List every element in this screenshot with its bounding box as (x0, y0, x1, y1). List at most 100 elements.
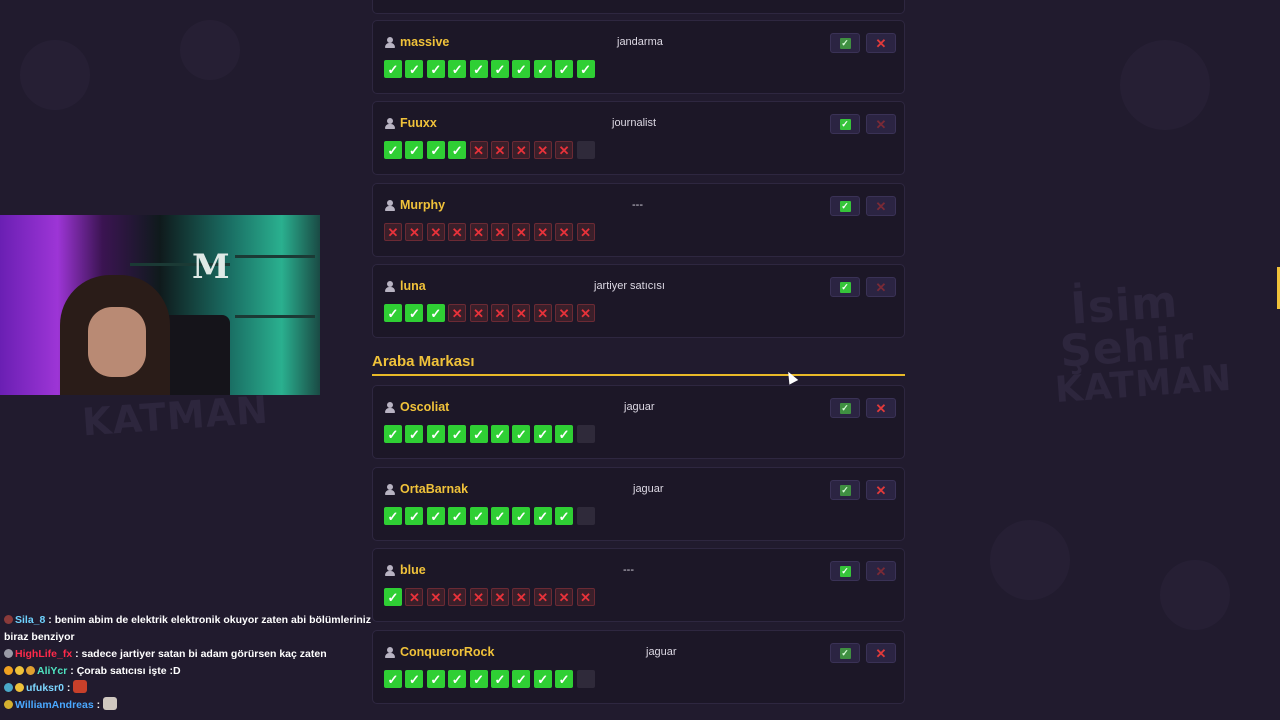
reject-button[interactable]: ✕ (866, 196, 896, 216)
approve-button[interactable]: ✓ (830, 277, 860, 297)
monster-logo: M (192, 247, 230, 287)
player-answer: journalist (612, 117, 657, 129)
vote-no-icon: ✕ (490, 141, 509, 159)
background-pattern (20, 40, 90, 110)
vote-no-icon: ✕ (405, 588, 424, 606)
check-icon: ✓ (839, 565, 851, 577)
vote-row: ✓ ✓ ✓ ✓ ✓ ✓ ✓ ✓ ✓ ✓ (384, 60, 595, 78)
close-icon: ✕ (875, 563, 887, 579)
close-icon: ✕ (875, 279, 887, 295)
watermark-line: KATMAN (1053, 357, 1234, 411)
answer-card: Fuuxx journalist ✓ ✕ ✓ ✓ ✓ ✓ ✕ ✕ ✕ ✕ ✕ (372, 101, 905, 175)
vote-no-icon: ✕ (384, 223, 402, 241)
reject-button[interactable]: ✕ (866, 480, 896, 500)
close-icon: ✕ (875, 645, 887, 661)
player-name: Murphy (400, 198, 446, 212)
vote-yes-icon: ✓ (533, 507, 552, 525)
check-icon: ✓ (839, 281, 851, 293)
approve-button[interactable]: ✓ (830, 114, 860, 134)
vote-empty (576, 507, 595, 525)
chat-username: HighLife_fx (15, 648, 73, 660)
vote-yes-icon: ✓ (512, 670, 531, 688)
cam-shelf (235, 255, 315, 258)
webcam-overlay: M (0, 215, 320, 395)
close-icon: ✕ (875, 198, 887, 214)
vote-no-icon: ✕ (469, 304, 488, 322)
vote-row: ✓ ✓ ✓ ✓ ✓ ✓ ✓ ✓ ✓ (384, 507, 595, 525)
player: Fuuxx (385, 116, 437, 130)
vote-yes-icon: ✓ (512, 425, 531, 443)
chat-text: : (63, 682, 74, 694)
player: luna (385, 279, 426, 293)
vote-yes-icon: ✓ (448, 507, 467, 525)
chat-badge-icon (4, 649, 13, 658)
vote-yes-icon: ✓ (555, 425, 574, 443)
player-name: blue (400, 563, 426, 577)
chat-username: AliYcr (37, 665, 68, 677)
close-icon: ✕ (875, 116, 887, 132)
vote-no-icon: ✕ (512, 223, 531, 241)
player-name: ConquerorRock (400, 645, 495, 659)
approve-button[interactable]: ✓ (830, 480, 860, 500)
vote-empty (576, 425, 595, 443)
player: massive (385, 35, 449, 49)
player-name: massive (400, 35, 450, 49)
vote-no-icon: ✕ (426, 223, 445, 241)
vote-no-icon: ✕ (469, 588, 488, 606)
vote-no-icon: ✕ (576, 223, 595, 241)
vote-no-icon: ✕ (448, 588, 467, 606)
player-answer: --- (623, 564, 634, 576)
answer-card: blue --- ✓ ✕ ✓ ✕ ✕ ✕ ✕ ✕ ✕ ✕ ✕ ✕ (372, 548, 905, 622)
vote-no-icon: ✕ (490, 588, 509, 606)
reject-button[interactable]: ✕ (866, 33, 896, 53)
player-name: Fuuxx (400, 116, 437, 130)
vote-yes-icon: ✓ (405, 670, 424, 688)
vote-yes-icon: ✓ (384, 425, 402, 443)
chat-message: ufuksr0 : (4, 680, 394, 697)
vote-row: ✓ ✓ ✓ ✓ ✓ ✓ ✓ ✓ ✓ (384, 670, 595, 688)
approve-button[interactable]: ✓ (830, 561, 860, 581)
vote-no-icon: ✕ (469, 223, 488, 241)
player-name: luna (400, 279, 426, 293)
vote-yes-icon: ✓ (384, 588, 402, 606)
vote-row: ✓ ✕ ✕ ✕ ✕ ✕ ✕ ✕ ✕ ✕ (384, 588, 595, 606)
vote-no-icon: ✕ (533, 304, 552, 322)
vote-yes-icon: ✓ (490, 670, 509, 688)
cam-chair (160, 315, 230, 395)
reject-button[interactable]: ✕ (866, 561, 896, 581)
vote-yes-icon: ✓ (384, 141, 402, 159)
approve-button[interactable]: ✓ (830, 33, 860, 53)
reject-button[interactable]: ✕ (866, 398, 896, 418)
vote-no-icon: ✕ (555, 141, 574, 159)
vote-yes-icon: ✓ (512, 507, 531, 525)
vote-yes-icon: ✓ (384, 507, 402, 525)
player-answer: --- (632, 199, 643, 211)
player-answer: jaguar (646, 646, 677, 658)
vote-yes-icon: ✓ (405, 507, 424, 525)
vote-yes-icon: ✓ (405, 60, 424, 78)
check-icon: ✓ (839, 402, 851, 414)
user-icon (385, 564, 395, 576)
vote-row: ✓ ✓ ✓ ✓ ✓ ✓ ✓ ✓ ✓ (384, 425, 595, 443)
vote-no-icon: ✕ (512, 141, 531, 159)
approve-button[interactable]: ✓ (830, 196, 860, 216)
vote-no-icon: ✕ (469, 141, 488, 159)
vote-no-icon: ✕ (555, 223, 574, 241)
vote-no-icon: ✕ (576, 304, 595, 322)
reject-button[interactable]: ✕ (866, 277, 896, 297)
approve-button[interactable]: ✓ (830, 643, 860, 663)
check-icon: ✓ (839, 200, 851, 212)
close-icon: ✕ (875, 35, 887, 51)
vote-yes-icon: ✓ (490, 60, 509, 78)
chat-text: : Çorab satıcısı işte :D (67, 665, 181, 677)
vote-no-icon: ✕ (448, 223, 467, 241)
reject-button[interactable]: ✕ (866, 114, 896, 134)
vote-yes-icon: ✓ (533, 670, 552, 688)
section-title: Araba Markası (372, 353, 475, 370)
chat-text: : benim abim de elektrik elektronik okuy… (4, 614, 371, 643)
previous-card (372, 0, 905, 14)
reject-button[interactable]: ✕ (866, 643, 896, 663)
answer-card: Murphy --- ✓ ✕ ✕ ✕ ✕ ✕ ✕ ✕ ✕ ✕ ✕ ✕ (372, 183, 905, 257)
chat-badge-icon (4, 683, 13, 692)
approve-button[interactable]: ✓ (830, 398, 860, 418)
